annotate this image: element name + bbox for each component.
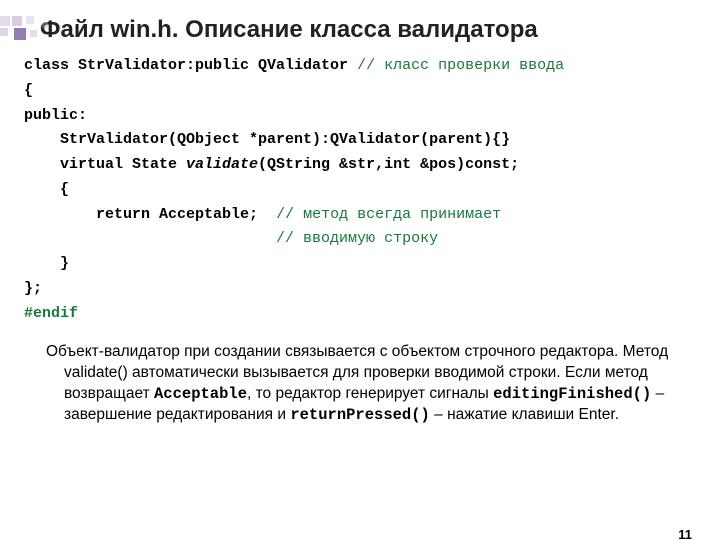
code-line: { — [24, 82, 33, 99]
code-directive: #endif — [24, 305, 78, 322]
code-comment: // метод всегда принимает — [276, 206, 501, 223]
code-line: { — [24, 181, 69, 198]
para-mono: returnPressed() — [290, 406, 430, 424]
code-line: }; — [24, 280, 42, 297]
code-line: StrValidator(QObject *parent):QValidator… — [24, 131, 510, 148]
code-line: Acceptable; — [150, 206, 276, 223]
description-paragraph: Объект-валидатор при создании связываетс… — [24, 342, 690, 426]
code-line: (QString &str,int &pos)const; — [258, 156, 519, 173]
code-comment: // класс проверки ввода — [357, 57, 564, 74]
code-line: class StrValidator:public QValidator — [24, 57, 357, 74]
para-mono: editingFinished() — [493, 385, 651, 403]
code-identifier: validate — [186, 156, 258, 173]
code-block: class StrValidator:public QValidator // … — [24, 54, 720, 326]
code-keyword: return — [96, 206, 150, 223]
slide-title: Файл win.h. Описание класса валидатора — [40, 16, 720, 44]
code-line: virtual State — [24, 156, 186, 173]
para-text: – нажатие клавиши Enter. — [430, 406, 619, 423]
para-mono: Acceptable — [154, 385, 247, 403]
code-line: public: — [24, 107, 87, 124]
code-line: } — [24, 255, 69, 272]
code-indent — [24, 206, 96, 223]
para-text: , то редактор генерирует сигналы — [247, 385, 493, 402]
code-indent — [24, 230, 276, 247]
corner-decoration — [0, 16, 55, 46]
code-comment: // вводимую строку — [276, 230, 438, 247]
